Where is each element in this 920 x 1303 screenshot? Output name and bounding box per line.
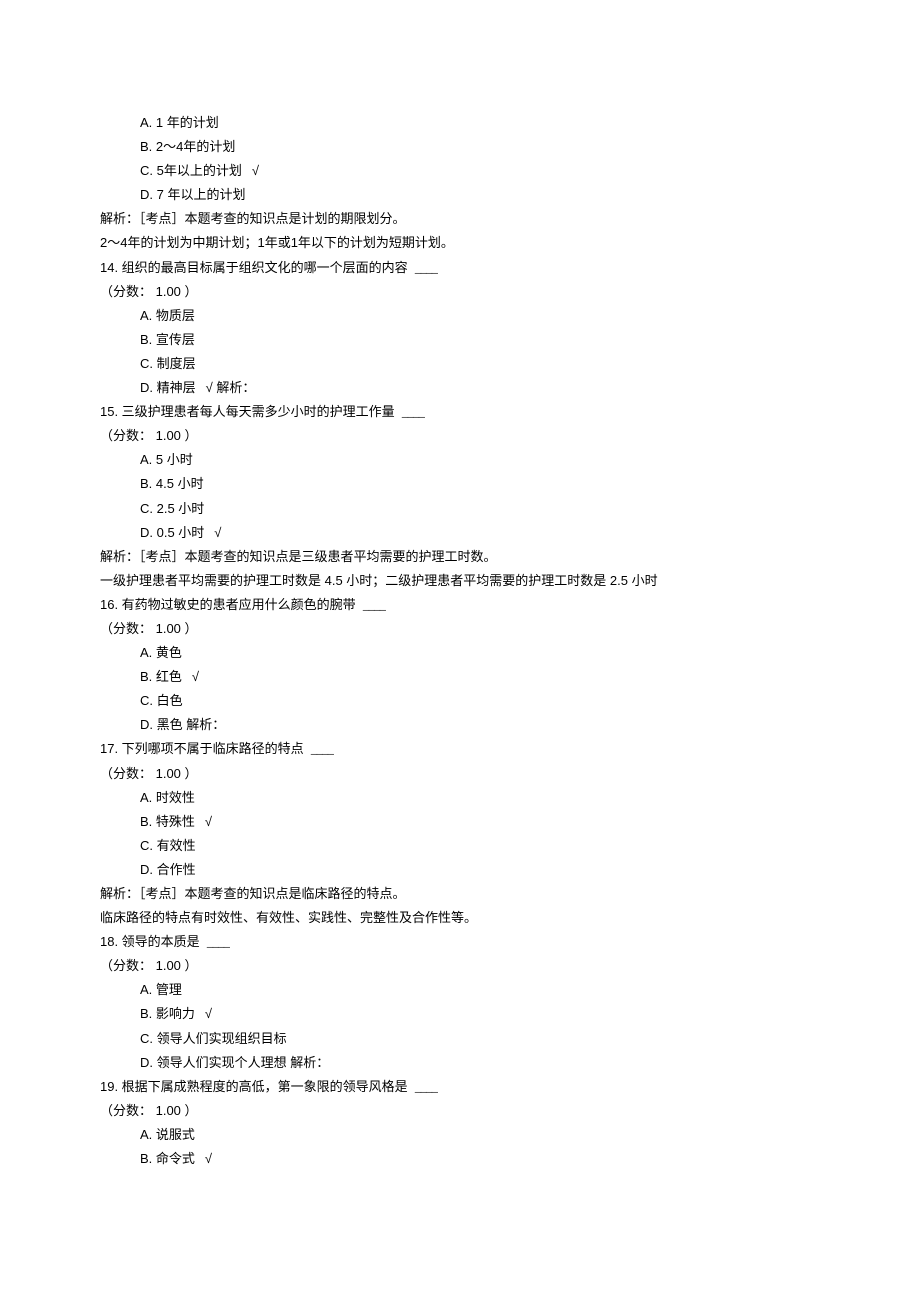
q14-option-a: A. 物质层 [100,305,820,327]
analysis-inline: 解析： [216,380,255,395]
blank: ____ [207,934,229,949]
q17-stem: 17. 下列哪项不属于临床路径的特点 ____ [100,738,820,760]
stem-text: 19. 根据下属成熟程度的高低，第一象限的领导风格是 [100,1079,408,1094]
option-text: A. 黄色 [140,645,182,660]
q14-score: （分数： 1.00 ） [100,281,820,303]
q13-option-a: A. 1 年的计划 [100,112,820,134]
option-text: B. 2～4年的计划 [140,139,235,154]
q17-option-b: B. 特殊性√ [100,811,820,833]
stem-text: 15. 三级护理患者每人每天需多少小时的护理工作量 [100,404,395,419]
q16-option-b: B. 红色√ [100,666,820,688]
q15-score: （分数： 1.00 ） [100,425,820,447]
option-text: B. 命令式 [140,1151,195,1166]
check-icon: √ [182,669,199,684]
q18-option-b: B. 影响力√ [100,1003,820,1025]
option-text: D. 领导人们实现个人理想 [140,1055,287,1070]
q16-option-d: D. 黑色 解析： [100,714,820,736]
option-text: A. 5 小时 [140,452,193,467]
q19-option-b: B. 命令式√ [100,1148,820,1170]
option-text: A. 说服式 [140,1127,195,1142]
option-text: A. 1 年的计划 [140,115,219,130]
blank: ____ [415,1079,437,1094]
q15-option-b: B. 4.5 小时 [100,473,820,495]
q16-option-a: A. 黄色 [100,642,820,664]
q18-option-d: D. 领导人们实现个人理想 解析： [100,1052,820,1074]
blank: ____ [363,597,385,612]
q17-score: （分数： 1.00 ） [100,763,820,785]
q14-option-b: B. 宣传层 [100,329,820,351]
q17-option-a: A. 时效性 [100,787,820,809]
option-text: B. 红色 [140,669,182,684]
option-text: B. 宣传层 [140,332,195,347]
stem-text: 14. 组织的最高目标属于组织文化的哪一个层面的内容 [100,260,408,275]
option-text: A. 物质层 [140,308,195,323]
q15-analysis-1: 解析：［考点］本题考查的知识点是三级患者平均需要的护理工时数。 [100,546,820,568]
q17-option-c: C. 有效性 [100,835,820,857]
option-text: A. 管理 [140,982,182,997]
q17-analysis-1: 解析：［考点］本题考查的知识点是临床路径的特点。 [100,883,820,905]
q18-option-c: C. 领导人们实现组织目标 [100,1028,820,1050]
q14-stem: 14. 组织的最高目标属于组织文化的哪一个层面的内容 ____ [100,257,820,279]
q17-analysis-2: 临床路径的特点有时效性、有效性、实践性、完整性及合作性等。 [100,907,820,929]
option-text: D. 0.5 小时 [140,525,204,540]
q16-option-c: C. 白色 [100,690,820,712]
q15-option-a: A. 5 小时 [100,449,820,471]
q19-option-a: A. 说服式 [100,1124,820,1146]
option-text: D. 合作性 [140,862,196,877]
stem-text: 17. 下列哪项不属于临床路径的特点 [100,741,304,756]
q19-score: （分数： 1.00 ） [100,1100,820,1122]
q14-option-d: D. 精神层√ 解析： [100,377,820,399]
q13-option-d: D. 7 年以上的计划 [100,184,820,206]
q13-analysis-2: 2～4年的计划为中期计划；1年或1年以下的计划为短期计划。 [100,232,820,254]
option-text: B. 4.5 小时 [140,476,204,491]
q14-option-c: C. 制度层 [100,353,820,375]
q16-score: （分数： 1.00 ） [100,618,820,640]
option-text: D. 精神层 [140,380,196,395]
q18-score: （分数： 1.00 ） [100,955,820,977]
q15-option-d: D. 0.5 小时√ [100,522,820,544]
option-text: B. 影响力 [140,1006,195,1021]
q15-stem: 15. 三级护理患者每人每天需多少小时的护理工作量 ____ [100,401,820,423]
q18-option-a: A. 管理 [100,979,820,1001]
q13-analysis-1: 解析：［考点］本题考查的知识点是计划的期限划分。 [100,208,820,230]
q16-stem: 16. 有药物过敏史的患者应用什么颜色的腕带 ____ [100,594,820,616]
option-text: C. 5年以上的计划 [140,163,242,178]
page: A. 1 年的计划 B. 2～4年的计划 C. 5年以上的计划√ D. 7 年以… [0,0,920,1252]
check-icon: √ [204,525,221,540]
stem-text: 18. 领导的本质是 [100,934,200,949]
check-icon: √ [242,163,259,178]
option-text: C. 2.5 小时 [140,501,204,516]
stem-text: 16. 有药物过敏史的患者应用什么颜色的腕带 [100,597,356,612]
analysis-inline: 解析： [186,717,225,732]
blank: ____ [415,260,437,275]
q18-stem: 18. 领导的本质是 ____ [100,931,820,953]
option-text: A. 时效性 [140,790,195,805]
blank: ____ [311,741,333,756]
analysis-inline: 解析： [290,1055,329,1070]
q15-analysis-2: 一级护理患者平均需要的护理工时数是 4.5 小时；二级护理患者平均需要的护理工时… [100,570,820,592]
option-text: C. 制度层 [140,356,196,371]
q13-option-c: C. 5年以上的计划√ [100,160,820,182]
q17-option-d: D. 合作性 [100,859,820,881]
option-text: C. 领导人们实现组织目标 [140,1031,287,1046]
q15-option-c: C. 2.5 小时 [100,498,820,520]
q13-option-b: B. 2～4年的计划 [100,136,820,158]
option-text: C. 白色 [140,693,183,708]
blank: ____ [402,404,424,419]
option-text: B. 特殊性 [140,814,195,829]
check-icon: √ [196,380,213,395]
q19-stem: 19. 根据下属成熟程度的高低，第一象限的领导风格是 ____ [100,1076,820,1098]
check-icon: √ [195,814,212,829]
check-icon: √ [195,1151,212,1166]
option-text: D. 7 年以上的计划 [140,187,245,202]
check-icon: √ [195,1006,212,1021]
option-text: C. 有效性 [140,838,196,853]
option-text: D. 黑色 [140,717,183,732]
